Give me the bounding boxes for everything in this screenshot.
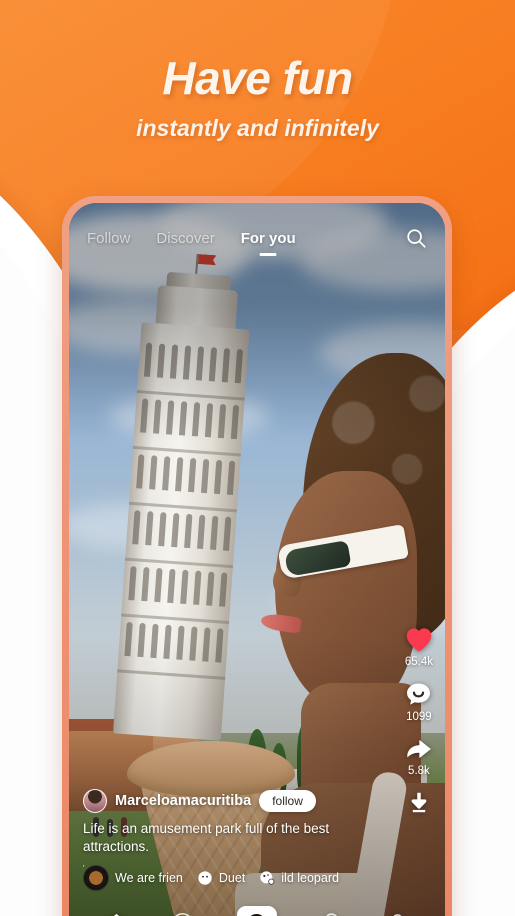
music-note-icon: ♪: [83, 865, 86, 870]
tab-discover-label: Discover: [156, 229, 215, 247]
tab-for-you[interactable]: For you: [240, 229, 296, 256]
bell-icon: [325, 912, 337, 916]
duet-chip-label: Duet: [218, 871, 246, 885]
top-navigation: Follow Discover For you: [69, 227, 445, 256]
share-count: 5.8k: [408, 765, 430, 777]
promo-screenshot: Have fun instantly and infinitely Follow…: [0, 0, 515, 916]
effect-icon: [260, 871, 275, 885]
comment-button[interactable]: 1099: [405, 681, 432, 723]
active-tab-underline: [259, 252, 277, 256]
music-chip-label: We are frien: [115, 871, 183, 885]
promo-headline: Have fun: [162, 52, 353, 104]
tab-discover[interactable]: Discover: [156, 230, 214, 247]
nav-notifications[interactable]: [319, 911, 344, 916]
video-caption: Life is an amusement park full of the be…: [83, 820, 330, 855]
tab-for-you-label: For you: [240, 229, 296, 247]
promo-text-block: Have fun instantly and infinitely: [0, 54, 515, 142]
music-chip[interactable]: ♪ We are frien: [83, 865, 183, 891]
phone-screen: Follow Discover For you 65.4k 1099 5.8k …: [69, 203, 445, 916]
bottom-navigation: [69, 897, 445, 916]
nav-discover[interactable]: [170, 911, 195, 916]
tab-follow[interactable]: Follow: [87, 230, 130, 247]
comment-icon: [407, 683, 431, 705]
nav-create[interactable]: [236, 906, 277, 916]
tab-follow-label: Follow: [87, 229, 131, 247]
comment-count: 1099: [406, 711, 432, 723]
home-icon: [113, 913, 120, 916]
nav-profile[interactable]: [385, 911, 410, 916]
download-button[interactable]: [406, 790, 432, 819]
download-icon: [411, 792, 427, 813]
compass-icon: [175, 912, 191, 916]
video-chips: ♪ We are frien Duet: [83, 865, 371, 891]
effect-chip-label: ild leopard: [281, 871, 339, 885]
search-icon[interactable]: [405, 227, 427, 249]
like-button[interactable]: 65.4k: [405, 627, 433, 668]
music-disc-icon: [83, 865, 109, 891]
promo-subheadline: instantly and infinitely: [136, 115, 379, 142]
username[interactable]: Marceloamacuritiba: [115, 793, 251, 809]
phone-mockup: Follow Discover For you 65.4k 1099 5.8k …: [62, 196, 452, 916]
like-count: 65.4k: [404, 656, 433, 668]
share-button[interactable]: 5.8k: [405, 736, 433, 777]
heart-icon: [406, 628, 432, 652]
duet-chip[interactable]: Duet: [197, 870, 245, 886]
duet-icon: [198, 871, 212, 885]
action-rail: 65.4k 1099 5.8k: [405, 627, 433, 829]
nav-home[interactable]: [104, 911, 129, 916]
follow-button[interactable]: follow: [259, 789, 316, 812]
share-icon: [407, 739, 431, 759]
effect-chip[interactable]: ild leopard: [259, 870, 339, 886]
profile-icon: [393, 913, 403, 916]
avatar[interactable]: [83, 788, 107, 813]
video-info: Marceloamacuritiba follow Life is an amu…: [83, 788, 371, 891]
author-row: Marceloamacuritiba follow: [83, 788, 371, 813]
